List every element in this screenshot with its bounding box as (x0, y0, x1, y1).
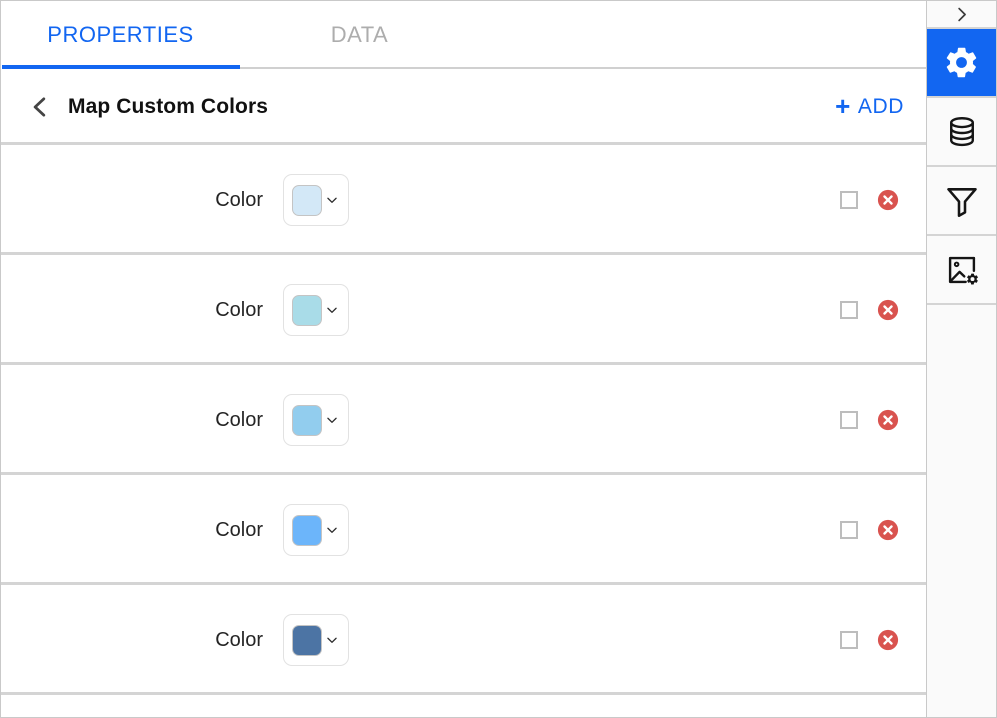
toolbar-expand-button[interactable] (927, 1, 996, 29)
tab-bar: PROPERTIES DATA (1, 1, 926, 69)
color-picker-control[interactable] (283, 394, 349, 446)
tab-data-label: DATA (330, 22, 389, 47)
table-row: Color (1, 585, 926, 695)
chevron-right-icon (958, 7, 966, 21)
chevron-down-icon (326, 307, 337, 313)
chevron-down-icon (326, 527, 337, 533)
chevron-down-icon (326, 637, 337, 643)
color-row-label: Color (215, 298, 263, 321)
delete-row-button[interactable] (877, 409, 899, 431)
row-checkbox-cell (740, 191, 858, 209)
section-header: Map Custom Colors + ADD (1, 69, 926, 145)
filter-funnel-icon (946, 187, 977, 217)
color-swatch[interactable] (291, 404, 322, 436)
add-color-button[interactable]: + ADD (833, 90, 906, 124)
row-checkbox[interactable] (840, 631, 858, 649)
delete-circle-icon (877, 189, 899, 211)
delete-row-button[interactable] (877, 519, 899, 541)
image-settings-icon (948, 256, 978, 285)
color-rows-list: Color Color Color Color Color (1, 145, 926, 717)
tab-data[interactable]: DATA (240, 1, 479, 69)
chevron-down-icon (326, 417, 337, 423)
delete-row-button[interactable] (877, 299, 899, 321)
row-delete-cell (858, 409, 926, 431)
table-row: Color (1, 365, 926, 475)
color-swatch[interactable] (291, 184, 322, 216)
row-checkbox[interactable] (840, 521, 858, 539)
color-picker-control[interactable] (283, 174, 349, 226)
color-swatch[interactable] (291, 294, 322, 326)
page-title: Map Custom Colors (68, 95, 269, 118)
row-checkbox-cell (740, 411, 858, 429)
row-delete-cell (858, 299, 926, 321)
delete-circle-icon (877, 519, 899, 541)
row-delete-cell (858, 189, 926, 211)
row-checkbox[interactable] (840, 411, 858, 429)
back-button[interactable] (23, 90, 57, 124)
database-icon (949, 116, 974, 146)
color-swatch[interactable] (291, 514, 322, 546)
color-picker-control[interactable] (283, 614, 349, 666)
row-checkbox[interactable] (840, 191, 858, 209)
main-panel: PROPERTIES DATA Map Custom Colors + ADD (1, 1, 927, 717)
tab-properties[interactable]: PROPERTIES (1, 1, 240, 69)
delete-circle-icon (877, 299, 899, 321)
row-checkbox-cell (740, 301, 858, 319)
gear-icon (946, 47, 977, 78)
delete-circle-icon (877, 409, 899, 431)
chevron-left-icon (33, 97, 46, 117)
add-button-label: ADD (857, 95, 904, 118)
color-swatch[interactable] (291, 624, 322, 656)
chevron-down-icon (326, 197, 337, 203)
properties-panel-window: PROPERTIES DATA Map Custom Colors + ADD (0, 0, 997, 718)
delete-row-button[interactable] (877, 189, 899, 211)
table-row: Color (1, 145, 926, 255)
color-row-label: Color (215, 518, 263, 541)
rows-overflow-area (1, 695, 926, 717)
table-row: Color (1, 475, 926, 585)
tab-properties-label: PROPERTIES (47, 22, 194, 47)
right-toolbar (927, 1, 996, 717)
toolbar-item-settings[interactable] (927, 29, 996, 98)
color-row-label: Color (215, 408, 263, 431)
toolbar-item-data[interactable] (927, 98, 996, 167)
table-row: Color (1, 255, 926, 365)
toolbar-item-filter[interactable] (927, 167, 996, 236)
toolbar-empty-area (927, 305, 996, 717)
color-row-label: Color (215, 628, 263, 651)
row-delete-cell (858, 519, 926, 541)
toolbar-item-image-settings[interactable] (927, 236, 996, 305)
plus-icon: + (835, 91, 851, 121)
color-picker-control[interactable] (283, 284, 349, 336)
row-checkbox[interactable] (840, 301, 858, 319)
row-checkbox-cell (740, 631, 858, 649)
row-checkbox-cell (740, 521, 858, 539)
color-picker-control[interactable] (283, 504, 349, 556)
delete-row-button[interactable] (877, 629, 899, 651)
row-delete-cell (858, 629, 926, 651)
color-row-label: Color (215, 188, 263, 211)
delete-circle-icon (877, 629, 899, 651)
